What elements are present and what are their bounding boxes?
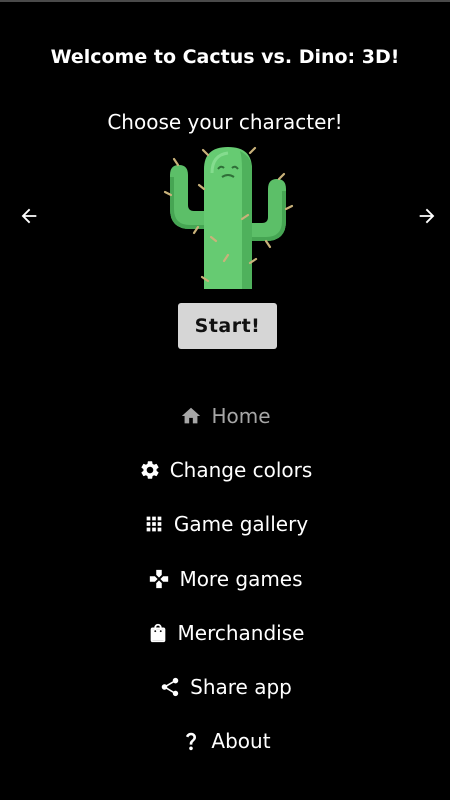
status-bar bbox=[0, 0, 450, 2]
arrow-right-icon bbox=[419, 208, 435, 224]
home-icon bbox=[179, 404, 203, 428]
menu-item-label: About bbox=[211, 729, 271, 754]
main-menu: Home Change colors Game gallery More gam… bbox=[0, 389, 450, 768]
menu-item-merchandise[interactable]: Merchandise bbox=[0, 606, 450, 660]
shopping-bag-icon bbox=[146, 621, 170, 645]
arrow-left-icon bbox=[21, 208, 37, 224]
menu-item-label: Game gallery bbox=[173, 512, 309, 537]
share-icon bbox=[158, 675, 182, 699]
start-button[interactable]: Start! bbox=[178, 303, 277, 349]
question-icon bbox=[179, 729, 203, 753]
grid-icon bbox=[142, 512, 166, 536]
menu-item-label: Home bbox=[211, 404, 271, 429]
selected-character bbox=[158, 143, 298, 291]
character-prompt: Choose your character! bbox=[107, 110, 343, 134]
gear-icon bbox=[138, 458, 162, 482]
menu-item-share-app[interactable]: Share app bbox=[0, 660, 450, 714]
menu-item-change-colors[interactable]: Change colors bbox=[0, 443, 450, 497]
menu-item-label: More games bbox=[179, 566, 303, 591]
menu-item-about[interactable]: About bbox=[0, 714, 450, 768]
menu-item-label: Merchandise bbox=[177, 620, 305, 645]
menu-item-label: Share app bbox=[190, 675, 292, 700]
menu-item-home[interactable]: Home bbox=[0, 389, 450, 443]
previous-character-button[interactable] bbox=[9, 198, 49, 234]
next-character-button[interactable] bbox=[407, 198, 447, 234]
menu-item-label: Change colors bbox=[169, 458, 313, 483]
menu-item-game-gallery[interactable]: Game gallery bbox=[0, 497, 450, 551]
cactus-icon bbox=[163, 146, 294, 289]
menu-item-more-games[interactable]: More games bbox=[0, 552, 450, 606]
gamepad-icon bbox=[147, 567, 171, 591]
page-title: Welcome to Cactus vs. Dino: 3D! bbox=[50, 46, 400, 68]
